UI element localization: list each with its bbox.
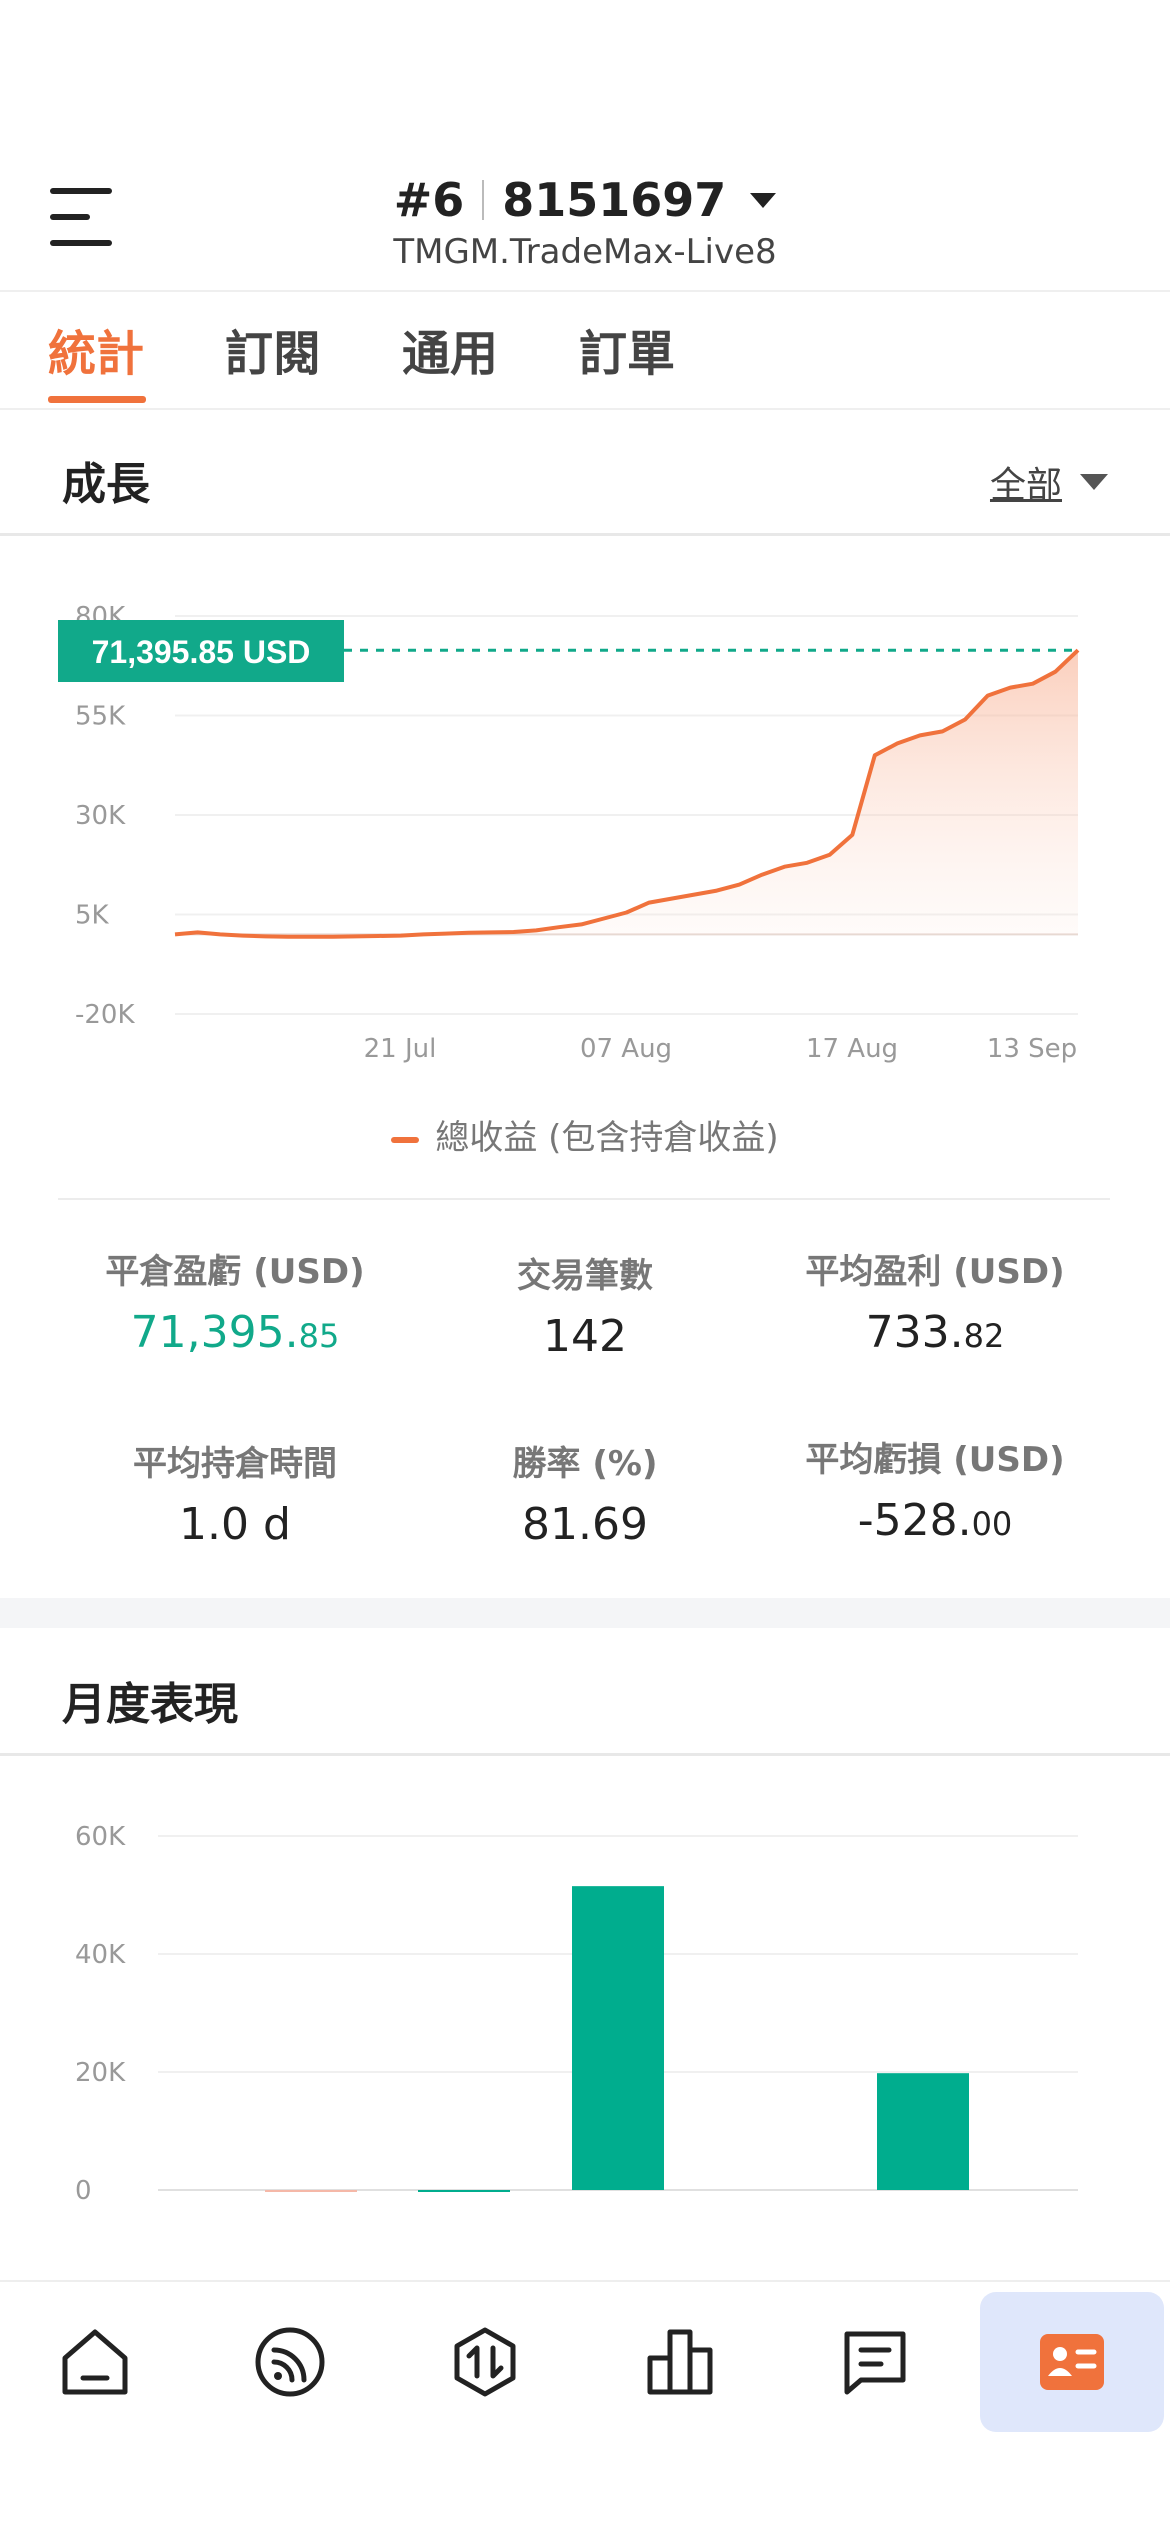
account-card-icon	[1040, 2334, 1104, 2390]
stat-value: -528.00	[857, 1495, 1013, 1546]
y-tick-label: 5K	[75, 901, 110, 931]
growth-area	[175, 650, 1078, 937]
server-name: TMGM.TradeMax-Live8	[393, 232, 777, 272]
account-separator	[482, 180, 485, 220]
bottom-nav	[0, 2280, 1170, 2532]
bar	[265, 2190, 357, 2192]
bar	[418, 2190, 510, 2192]
y-tick-label: 40K	[75, 1940, 126, 1970]
tab-subscribe[interactable]: 訂閱	[225, 314, 321, 384]
nav-ranking[interactable]	[585, 2292, 775, 2432]
stat-avg-hold-time: 平均持倉時間 1.0 d	[40, 1436, 430, 1550]
stat-label: 勝率 (%)	[512, 1444, 658, 1484]
x-tick-label: 13 Sep	[987, 1034, 1077, 1064]
caret-down-icon	[1080, 474, 1108, 490]
y-tick-label: -20K	[75, 1000, 135, 1030]
app-header: #6 8151697 TMGM.TradeMax-Live8	[0, 160, 1170, 290]
chart-icon	[647, 2329, 713, 2395]
feed-icon	[255, 2327, 325, 2397]
divider	[58, 1198, 1110, 1200]
chevron-down-icon	[750, 192, 777, 208]
y-tick-label: 20K	[75, 2058, 126, 2088]
nav-messages[interactable]	[780, 2292, 970, 2432]
growth-title: 成長	[62, 459, 150, 510]
growth-legend: 總收益 (包含持倉收益)	[0, 1110, 1170, 1159]
nav-home[interactable]	[0, 2292, 190, 2432]
stat-label: 平倉盈虧 (USD)	[105, 1252, 365, 1292]
stat-label: 平均虧損 (USD)	[805, 1440, 1065, 1480]
y-tick-label: 60K	[75, 1822, 126, 1852]
bar	[877, 2073, 969, 2190]
account-selector[interactable]: #6 8151697 TMGM.TradeMax-Live8	[0, 170, 1170, 272]
monthly-section-header: 月度表現	[0, 1630, 1170, 1756]
legend-swatch	[391, 1136, 420, 1143]
stat-label: 平均盈利 (USD)	[805, 1252, 1065, 1292]
stat-value: 733.82	[865, 1307, 1005, 1358]
active-tab-indicator	[48, 396, 146, 403]
y-tick-label: 0	[75, 2176, 92, 2200]
home-icon	[62, 2329, 128, 2395]
y-tick-label: 30K	[75, 801, 126, 831]
stat-value: 81.69	[522, 1499, 648, 1550]
nav-trade[interactable]	[390, 2292, 580, 2432]
stat-value: 1.0 d	[179, 1499, 291, 1550]
y-tick-label: 55K	[75, 702, 126, 732]
tab-bar: 統計 訂閱 通用 訂單	[0, 300, 1170, 408]
monthly-title: 月度表現	[62, 1679, 238, 1730]
stat-label: 交易筆數	[517, 1256, 653, 1296]
stat-value: 71,395.85	[130, 1307, 340, 1358]
bar	[572, 1886, 664, 2190]
current-value-label: 71,395.85 USD	[92, 634, 311, 670]
stat-closed-pnl: 平倉盈虧 (USD) 71,395.85	[40, 1244, 430, 1358]
stat-trades: 交易筆數 142	[390, 1248, 780, 1362]
section-separator	[0, 1598, 1170, 1628]
monthly-chart: 60K 40K 20K 0	[75, 1822, 1078, 2200]
stat-value: 142	[543, 1311, 627, 1362]
tab-orders[interactable]: 訂單	[579, 314, 675, 384]
period-filter[interactable]: 全部	[990, 456, 1108, 508]
message-icon	[844, 2331, 906, 2395]
legend-label: 總收益 (包含持倉收益)	[435, 1118, 779, 1158]
stat-win-rate: 勝率 (%) 81.69	[390, 1436, 780, 1550]
x-tick-label: 07 Aug	[580, 1034, 672, 1064]
tab-stats[interactable]: 統計	[48, 314, 144, 384]
account-number: #6	[393, 173, 465, 227]
stat-label: 平均持倉時間	[133, 1444, 337, 1484]
nav-feed[interactable]	[195, 2292, 385, 2432]
period-filter-label: 全部	[989, 465, 1062, 506]
growth-chart: 80K55K30K5K-20K 21 Jul 07 Aug 17 Aug 13 Sep…	[58, 602, 1080, 1064]
account-id: 8151697	[502, 173, 727, 227]
divider	[0, 290, 1170, 292]
growth-section-header: 成長 全部	[0, 410, 1170, 536]
stat-avg-profit: 平均盈利 (USD) 733.82	[740, 1244, 1130, 1358]
trade-icon	[454, 2327, 516, 2397]
x-tick-label: 17 Aug	[806, 1034, 898, 1064]
stat-avg-loss: 平均虧損 (USD) -528.00	[740, 1432, 1130, 1546]
nav-account[interactable]	[980, 2292, 1164, 2432]
tab-general[interactable]: 通用	[402, 314, 498, 384]
x-tick-label: 21 Jul	[364, 1034, 437, 1064]
